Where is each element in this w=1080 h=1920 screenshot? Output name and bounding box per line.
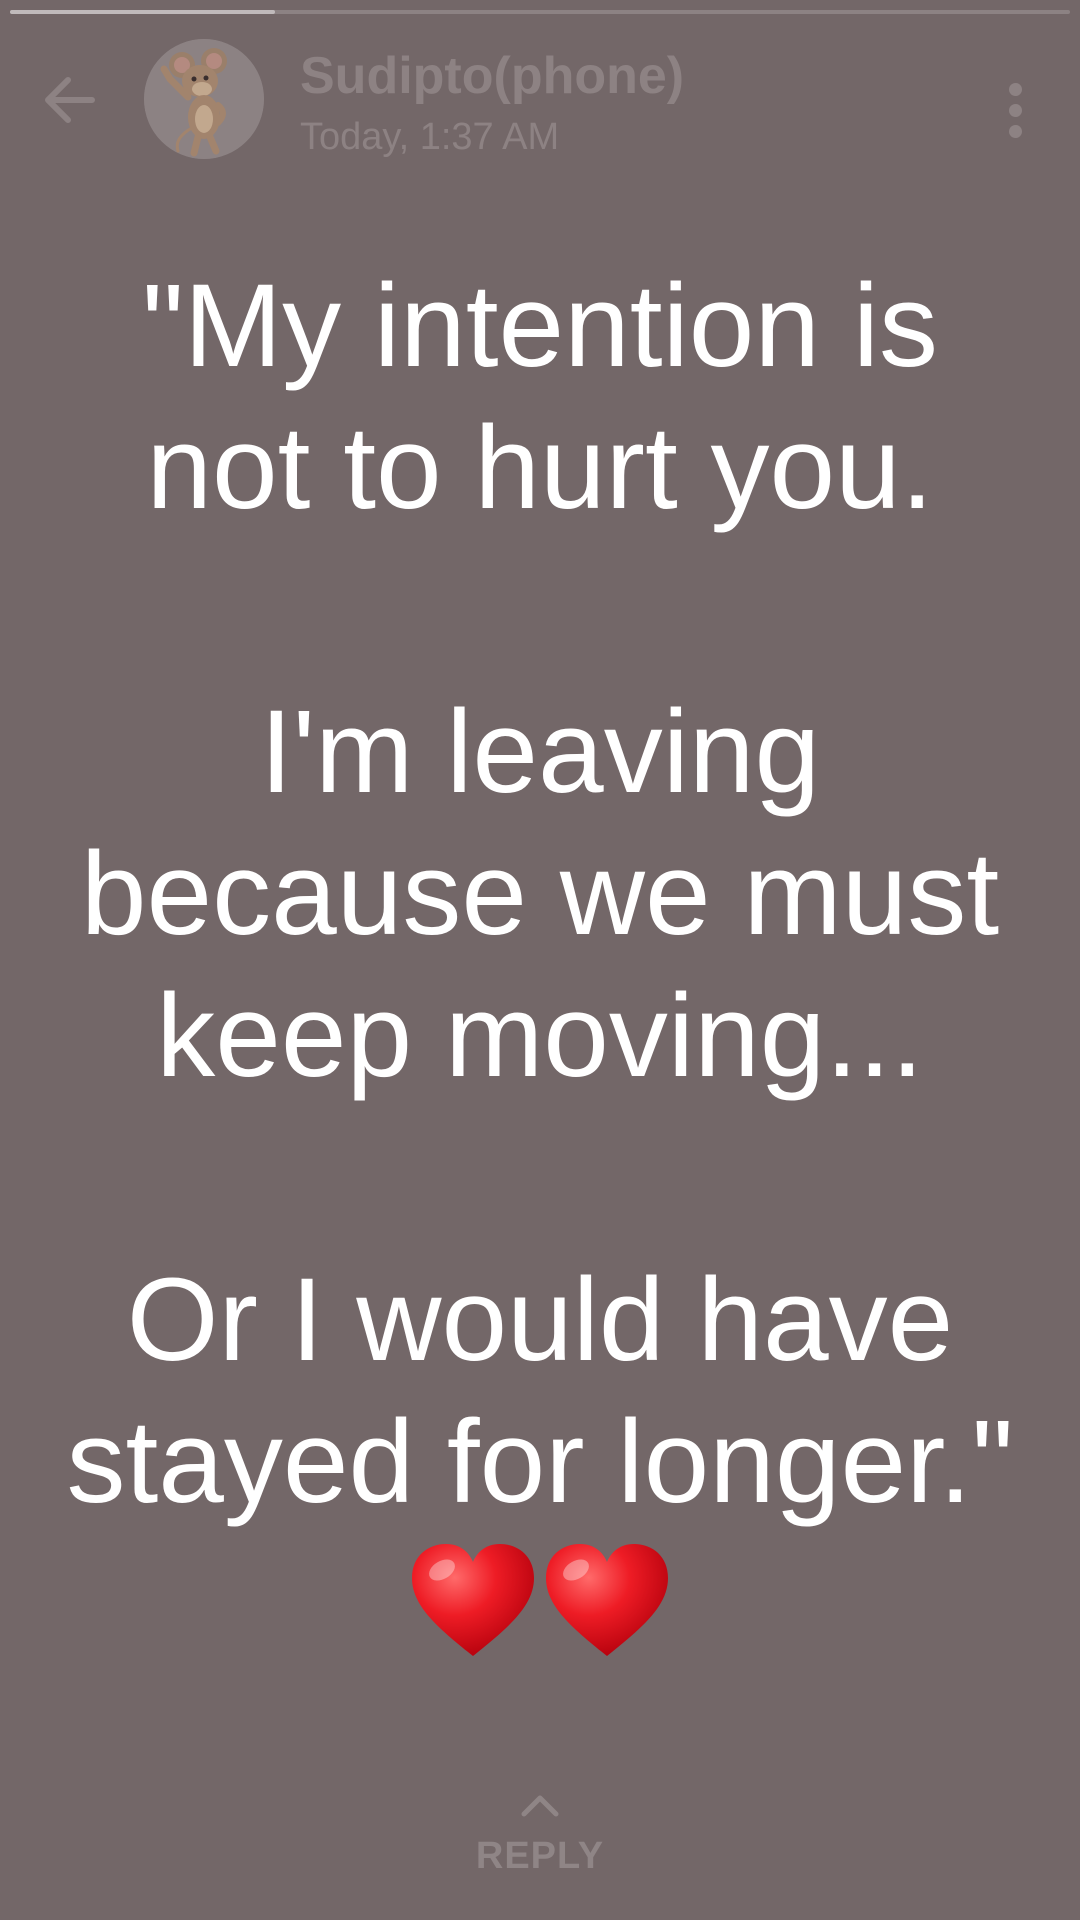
- status-progress-fill: [10, 10, 275, 14]
- more-options-button[interactable]: [980, 70, 1050, 150]
- status-text-line: "My intention is: [141, 260, 939, 392]
- arrow-left-icon: [45, 77, 95, 123]
- status-text-line: Or I would have: [126, 1254, 954, 1386]
- avatar[interactable]: [144, 39, 264, 159]
- reply-label: REPLY: [475, 1835, 605, 1877]
- status-progress-track: [10, 10, 1070, 14]
- red-heart-icon: [412, 1544, 534, 1656]
- back-button[interactable]: [30, 60, 110, 140]
- reply-button[interactable]: REPLY: [0, 1790, 1080, 1878]
- more-vertical-icon: [1008, 82, 1022, 96]
- chevron-up-icon: [521, 1795, 559, 1817]
- status-text-line: I'm leaving: [259, 686, 821, 818]
- contact-name: Sudipto(phone): [300, 47, 685, 105]
- status-header: Sudipto(phone) Today, 1:37 AM: [0, 30, 1080, 170]
- status-text-line: stayed for longer.": [66, 1396, 1014, 1528]
- status-text-line: not to hurt you.: [146, 402, 934, 534]
- red-heart-icon: [546, 1544, 668, 1656]
- status-text: "My intention is not to hurt you. I'm le…: [30, 255, 1050, 1533]
- more-vertical-icon: [1008, 103, 1022, 117]
- cartoon-mouse-avatar: [144, 39, 264, 159]
- status-timestamp: Today, 1:37 AM: [300, 116, 560, 158]
- status-text-blank-line: [30, 539, 1050, 681]
- status-text-line: because we must: [80, 828, 1000, 960]
- heart-emoji-row: [0, 1540, 1080, 1660]
- more-vertical-icon: [1008, 124, 1022, 138]
- status-text-blank-line: [30, 1107, 1050, 1249]
- status-text-line: keep moving...: [156, 970, 924, 1102]
